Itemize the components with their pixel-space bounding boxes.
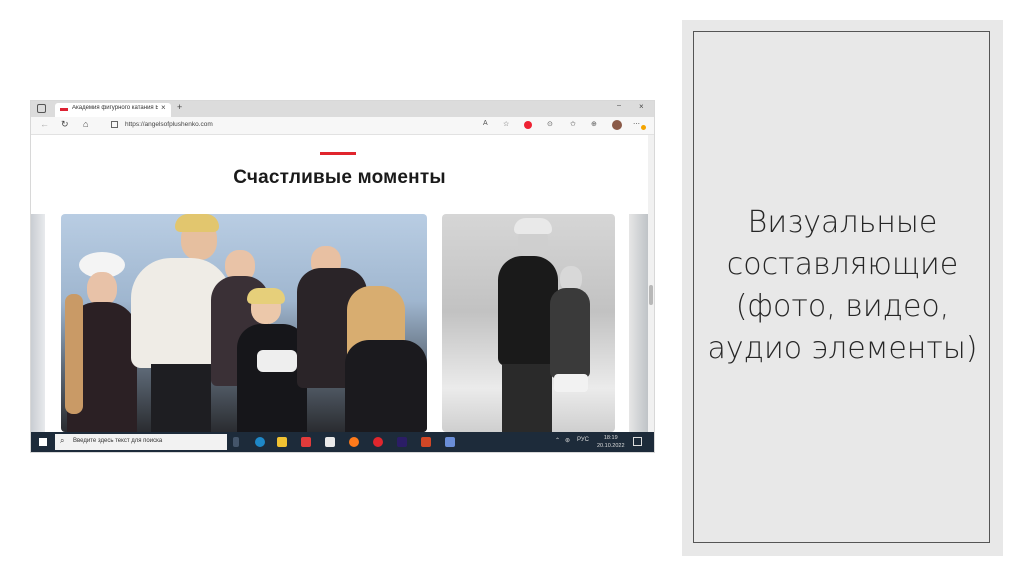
gallery-photo-group[interactable] (61, 214, 427, 432)
powerpoint-icon[interactable] (421, 437, 431, 447)
tray-chevron-icon[interactable]: ⌃ (555, 437, 560, 444)
caption-line-4: аудио элементы) (707, 331, 978, 366)
window-minimize-icon[interactable]: ⎯ (617, 101, 621, 111)
site-favicon-icon (60, 108, 68, 111)
search-icon: ⌕ (60, 436, 65, 445)
bw-skates (554, 374, 588, 392)
clock-date: 20.10.2022 (597, 443, 625, 449)
firefox-icon[interactable] (349, 437, 359, 447)
pdf-reader-icon[interactable] (301, 437, 311, 447)
home-icon[interactable]: ⌂ (83, 119, 88, 129)
notification-center-icon[interactable] (633, 437, 642, 446)
more-menu-icon[interactable]: ⋯ (633, 120, 640, 128)
tray-clock[interactable]: 18:19 20.10.2022 (597, 434, 625, 450)
collections-icon[interactable]: ⊕ (591, 120, 597, 128)
back-arrow-icon[interactable]: ← (40, 119, 49, 129)
taskbar-search[interactable]: ⌕ Введите здесь текст для поиска (55, 434, 227, 450)
caption-line-2: составляющие (726, 247, 959, 282)
profile-avatar[interactable] (612, 120, 622, 130)
app-icon[interactable] (445, 437, 455, 447)
address-bar-row: ← ↻ ⌂ https://angelsofplushenko.com A ☆ … (31, 117, 654, 135)
file-explorer-icon[interactable] (277, 437, 287, 447)
page-scrollbar[interactable] (648, 135, 654, 432)
task-view-icon[interactable] (233, 437, 239, 447)
long-hair (65, 294, 83, 414)
web-page: Счастливые моменты (31, 135, 648, 432)
bw-coach-body (498, 256, 558, 366)
windows-start-icon[interactable] (39, 438, 47, 446)
new-tab-button[interactable]: + (177, 102, 182, 112)
coach-legs (151, 364, 211, 432)
refresh-icon[interactable]: ↻ (61, 119, 69, 130)
favorite-add-icon[interactable]: ☆ (503, 120, 509, 128)
browser-tab[interactable]: Академия фигурного катания Е × (55, 103, 171, 117)
bw-girl-body (550, 288, 590, 378)
read-aloud-icon[interactable]: A (483, 120, 488, 127)
coach-hair (175, 214, 219, 232)
favorites-star-icon[interactable]: ✩ (570, 120, 576, 128)
bw-coach-legs (502, 364, 552, 432)
heading-accent-line (320, 152, 356, 155)
opera-icon[interactable] (373, 437, 383, 447)
premiere-icon[interactable] (397, 437, 407, 447)
extension-red-icon[interactable] (524, 121, 532, 129)
caption-line-3: (фото, видео, (735, 289, 950, 324)
browser-screenshot: Академия фигурного катания Е × + ⎯ × ← ↻… (31, 101, 654, 452)
tab-title: Академия фигурного катания Е (72, 105, 158, 111)
tray-language[interactable]: РУС (577, 437, 589, 443)
clock-time: 18:19 (603, 435, 618, 441)
carousel-next-slide[interactable] (629, 214, 648, 432)
page-heading: Счастливые моменты (233, 167, 446, 188)
extension-icon[interactable]: ⊙ (547, 120, 553, 128)
caption-text: Визуальные составляющие (фото, видео, ау… (694, 202, 991, 370)
carousel-prev-slide[interactable] (31, 214, 45, 432)
windows-taskbar: ⌕ Введите здесь текст для поиска ⌃ ⊛ РУС… (31, 432, 654, 452)
tray-network-icon[interactable]: ⊛ (565, 437, 570, 444)
caption-line-1: Визуальные (747, 205, 938, 240)
store-icon[interactable] (325, 437, 335, 447)
gallery-photo-bw[interactable] (442, 214, 615, 432)
tab-bar: Академия фигурного катания Е × + ⎯ × (31, 101, 654, 117)
page-info-icon[interactable] (111, 121, 118, 128)
taskbar-search-input[interactable]: Введите здесь текст для поиска (73, 438, 162, 444)
caption-frame: Визуальные составляющие (фото, видео, ау… (693, 31, 990, 543)
blonde-figure (345, 340, 427, 432)
child-face (87, 272, 117, 306)
boy-hair (247, 288, 285, 304)
scroll-thumb[interactable] (649, 285, 653, 305)
shirt-print (257, 350, 297, 372)
address-field[interactable]: https://angelsofplushenko.com (125, 121, 213, 128)
bw-coach-hair (514, 218, 552, 234)
edge-browser-icon[interactable] (255, 437, 265, 447)
tab-close-icon[interactable]: × (161, 103, 166, 112)
update-badge (641, 125, 646, 130)
window-close-icon[interactable]: × (639, 102, 644, 111)
caption-panel: Визуальные составляющие (фото, видео, ау… (682, 20, 1003, 556)
tab-actions-icon[interactable] (37, 104, 46, 113)
